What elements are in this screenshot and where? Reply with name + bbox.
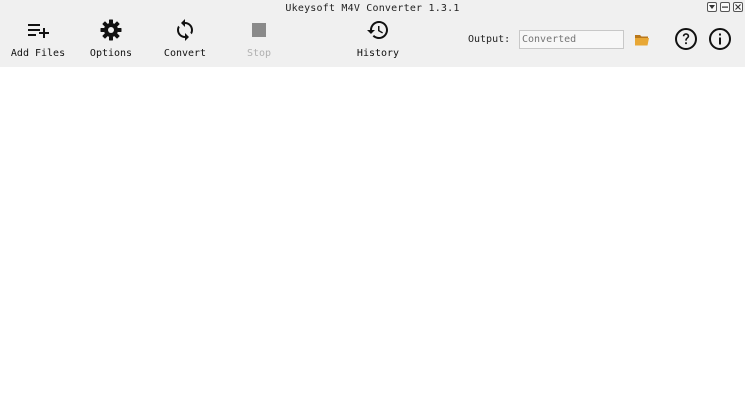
triangle-down-icon [709, 5, 715, 9]
stop-button[interactable]: Stop [224, 18, 294, 59]
info-circle-icon [709, 28, 731, 50]
add-files-label: Add Files [10, 48, 66, 59]
playlist-add-icon [26, 18, 50, 42]
help-circle-icon [675, 28, 697, 50]
history-label: History [356, 48, 400, 59]
sync-icon [173, 18, 197, 42]
window-title: Ukeysoft M4V Converter 1.3.1 [285, 3, 460, 14]
history-button[interactable]: History [343, 18, 413, 59]
history-icon [366, 18, 390, 42]
toolbar: Ukeysoft M4V Converter 1.3.1 Add Files O… [0, 0, 745, 67]
folder-open-icon [635, 35, 649, 46]
output-label: Output: [468, 34, 511, 45]
gear-icon [99, 18, 123, 42]
minimize-icon [722, 6, 728, 8]
app-window: Ukeysoft M4V Converter 1.3.1 Add Files O… [0, 0, 745, 414]
close-icon [735, 4, 741, 10]
options-label: Options [89, 48, 133, 59]
output-path-input[interactable] [519, 30, 624, 49]
help-button[interactable] [674, 27, 698, 51]
stop-label: Stop [246, 48, 272, 59]
dropdown-menu-button[interactable] [707, 2, 717, 12]
options-button[interactable]: Options [76, 18, 146, 59]
minimize-button[interactable] [720, 2, 730, 12]
convert-button[interactable]: Convert [150, 18, 220, 59]
stop-icon [247, 18, 271, 42]
convert-label: Convert [163, 48, 207, 59]
file-list-area[interactable] [0, 67, 745, 414]
close-button[interactable] [733, 2, 743, 12]
add-files-button[interactable]: Add Files [3, 18, 73, 59]
window-controls [707, 2, 743, 12]
info-button[interactable] [708, 27, 732, 51]
browse-folder-button[interactable] [634, 32, 650, 46]
